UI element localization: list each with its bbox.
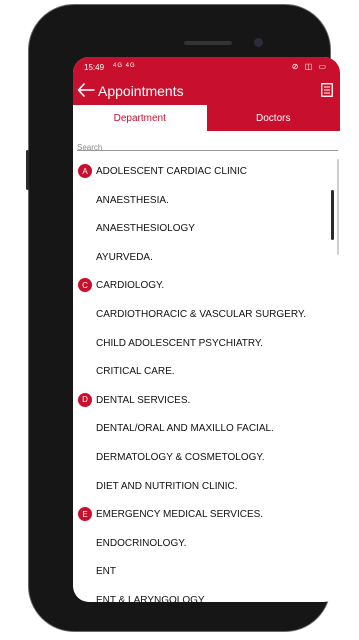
front-camera	[254, 38, 263, 47]
department-label: ENT & LARYNGOLOGY	[96, 595, 205, 602]
department-label: CRITICAL CARE.	[96, 366, 175, 378]
side-button-left	[26, 150, 29, 190]
tab-doctors[interactable]: Doctors	[206, 105, 340, 131]
section-letter-badge: C	[78, 278, 92, 293]
department-label: AYURVEDA.	[96, 251, 153, 263]
status-time: 15:49	[84, 63, 105, 72]
department-label: ENT	[96, 566, 116, 578]
list-item[interactable]: CARDIOTHORACIC & VASCULAR SURGERY.	[73, 300, 335, 328]
list-item[interactable]: ENT	[73, 557, 335, 585]
status-icons: ⊘ ◫ ▭	[291, 62, 328, 71]
list-item[interactable]: DERMATOLOGY & COSMETOLOGY.	[73, 443, 335, 471]
department-label: CARDIOTHORACIC & VASCULAR SURGERY.	[96, 309, 307, 320]
search-field	[77, 137, 338, 154]
tab-department[interactable]: Department	[73, 105, 207, 131]
list-item[interactable]: ENDOCRINOLOGY.	[73, 529, 335, 557]
signal-icon: 4G 4G	[113, 63, 136, 69]
list-item[interactable]: AYURVEDA.	[73, 243, 335, 271]
list-item[interactable]: ANAESTHESIA.	[73, 186, 335, 214]
list-icon	[321, 83, 333, 97]
department-label: ANAESTHESIA.	[96, 194, 169, 206]
status-bar: 15:49 4G 4G ⊘ ◫ ▭	[73, 57, 340, 77]
list-item[interactable]: DENTAL/ORAL AND MAXILLO FACIAL.	[73, 414, 335, 442]
list-view-button[interactable]	[320, 82, 334, 98]
list-item[interactable]: ENT & LARYNGOLOGY	[73, 586, 335, 602]
department-label: DENTAL/ORAL AND MAXILLO FACIAL.	[96, 423, 274, 435]
department-label: ANAESTHESIOLOGY	[96, 223, 195, 235]
arrow-left-icon	[77, 83, 95, 97]
list-item[interactable]: A ADOLESCENT CARDIAC CLINIC	[73, 157, 335, 185]
app-screen: 15:49 4G 4G ⊘ ◫ ▭ Appointments Departmen…	[73, 57, 340, 602]
list-item[interactable]: CHILD ADOLESCENT PSYCHIATRY.	[73, 329, 335, 357]
department-label: DERMATOLOGY & COSMETOLOGY.	[96, 452, 265, 463]
department-label: ADOLESCENT CARDIAC CLINIC	[96, 166, 247, 177]
earpiece-speaker	[184, 41, 232, 45]
list-item[interactable]: E EMERGENCY MEDICAL SERVICES.	[73, 500, 335, 528]
back-button[interactable]	[75, 79, 97, 101]
list-item[interactable]: ANAESTHESIOLOGY	[73, 214, 335, 242]
section-letter-badge: E	[78, 507, 92, 522]
side-button-right	[331, 190, 334, 240]
department-label: EMERGENCY MEDICAL SERVICES.	[96, 509, 264, 521]
section-letter-badge: A	[78, 164, 92, 178]
list-item[interactable]: CRITICAL CARE.	[73, 357, 335, 385]
department-label: DIET AND NUTRITION CLINIC.	[96, 480, 238, 492]
page-title: Appointments	[98, 83, 184, 99]
department-label: CHILD ADOLESCENT PSYCHIATRY.	[96, 337, 264, 349]
scrollbar[interactable]	[337, 159, 339, 255]
section-letter-badge: D	[78, 392, 92, 407]
app-bar: Appointments	[73, 77, 340, 105]
list-item[interactable]: D DENTAL SERVICES.	[73, 386, 335, 414]
tab-bar: Department Doctors	[73, 105, 340, 131]
department-label: ENDOCRINOLOGY.	[96, 537, 187, 549]
department-label: DENTAL SERVICES.	[96, 394, 191, 406]
search-input[interactable]	[77, 141, 338, 154]
list-item[interactable]: DIET AND NUTRITION CLINIC.	[73, 472, 335, 500]
department-label: CARDIOLOGY.	[96, 280, 165, 292]
phone-frame: 15:49 4G 4G ⊘ ◫ ▭ Appointments Departmen…	[28, 4, 340, 632]
list-item[interactable]: C CARDIOLOGY.	[73, 271, 335, 299]
